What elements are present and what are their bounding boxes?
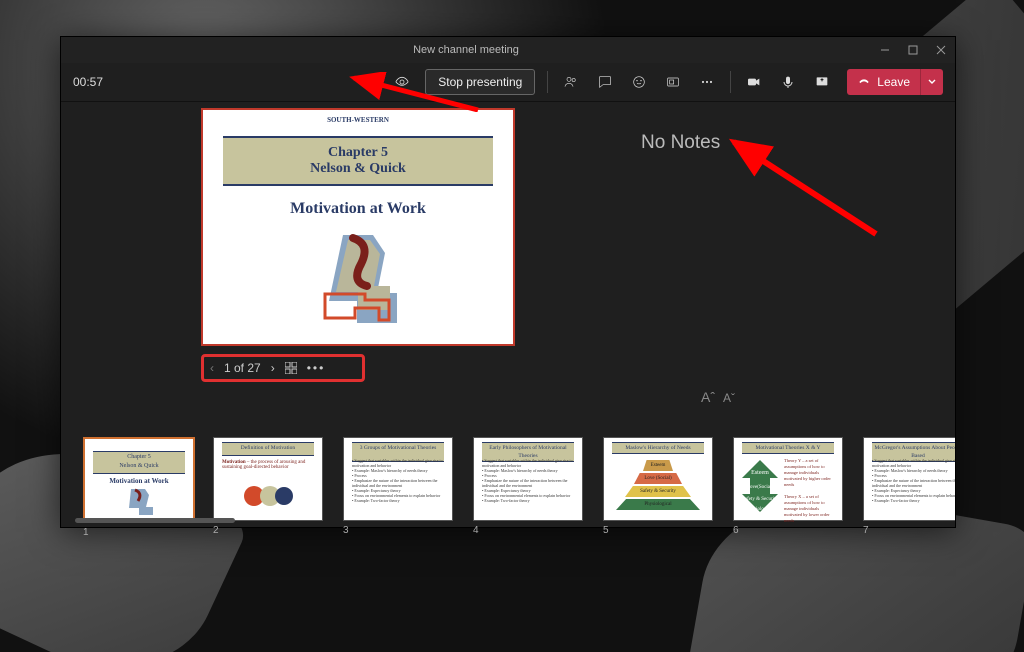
svg-text:Physiological: Physiological xyxy=(746,507,774,512)
svg-text:Love(Social): Love(Social) xyxy=(747,485,773,490)
thumbnail[interactable]: Definition of MotivationMotivation – the… xyxy=(213,437,321,547)
notes-pane: No Notes xyxy=(611,102,955,436)
thumbnail-strip[interactable]: Chapter 5Nelson & QuickMotivation at Wor… xyxy=(83,437,955,547)
thumbnail[interactable]: Maslow's Hierarchy of NeedsEsteemLove (S… xyxy=(603,437,711,547)
current-slide[interactable]: SOUTH-WESTERN Chapter 5 Nelson & Quick M… xyxy=(201,108,515,346)
leave-chevron-icon[interactable] xyxy=(920,69,943,95)
window-title: New channel meeting xyxy=(61,44,871,56)
slide-counter: 1 of 27 xyxy=(224,361,261,375)
slide-artwork xyxy=(313,230,433,330)
slide-nav-bar: ‹ 1 of 27 › ••• xyxy=(201,354,365,382)
leave-button[interactable]: Leave xyxy=(847,69,943,95)
meeting-timer: 00:57 xyxy=(73,75,133,89)
thumbnail[interactable]: Motivational Theories X & Y EsteemLove(S… xyxy=(733,437,841,547)
chat-icon[interactable] xyxy=(590,67,620,97)
rooms-icon[interactable] xyxy=(658,67,688,97)
prev-slide-button[interactable]: ‹ xyxy=(210,361,214,375)
stop-presenting-button[interactable]: Stop presenting xyxy=(425,69,535,95)
thumbnail-number: 4 xyxy=(473,525,581,536)
presenter-content: SOUTH-WESTERN Chapter 5 Nelson & Quick M… xyxy=(61,102,955,436)
window-minimize-button[interactable] xyxy=(871,37,899,63)
reactions-icon[interactable] xyxy=(624,67,654,97)
leave-label: Leave xyxy=(877,75,910,89)
thumbnail-number: 6 xyxy=(733,525,841,536)
more-actions-icon[interactable] xyxy=(692,67,722,97)
window-titlebar: New channel meeting xyxy=(61,37,955,63)
share-icon[interactable] xyxy=(807,67,837,97)
font-decrease-button[interactable]: Aˇ xyxy=(723,391,735,405)
thumbnail[interactable]: 3 Groups of Motivational Theories• Sugge… xyxy=(343,437,451,547)
svg-text:Esteem: Esteem xyxy=(751,470,769,476)
font-increase-button[interactable]: Aˆ xyxy=(701,389,715,405)
next-slide-button[interactable]: › xyxy=(271,361,275,375)
thumbnail-number: 3 xyxy=(343,525,451,536)
mic-icon[interactable] xyxy=(773,67,803,97)
thumbnail[interactable]: McGregor's Assumptions About People Base… xyxy=(863,437,955,547)
teams-meeting-window: New channel meeting 00:57 Stop presentin… xyxy=(60,36,956,528)
thumbnail[interactable]: Early Philosophers of Motivational Theor… xyxy=(473,437,581,547)
notes-font-controls: Aˆ Aˇ xyxy=(701,389,735,405)
window-maximize-button[interactable] xyxy=(899,37,927,63)
meeting-toolbar: 00:57 Stop presenting Leave xyxy=(61,63,955,102)
thumbnail-scrollbar[interactable] xyxy=(75,518,235,523)
notes-placeholder: No Notes xyxy=(641,132,720,153)
desktop-background: New channel meeting 00:57 Stop presentin… xyxy=(0,0,1024,652)
grid-view-icon[interactable] xyxy=(285,362,297,374)
thumbnail-number: 5 xyxy=(603,525,711,536)
thumbnail-number: 7 xyxy=(863,525,955,536)
thumbnail[interactable]: Chapter 5Nelson & QuickMotivation at Wor… xyxy=(83,437,191,547)
window-close-button[interactable] xyxy=(927,37,955,63)
slide-authors: Nelson & Quick xyxy=(310,161,406,177)
svg-text:Safety & Security: Safety & Security xyxy=(742,497,778,502)
slide-chapter: Chapter 5 xyxy=(328,145,388,161)
slide-nav-more-icon[interactable]: ••• xyxy=(307,361,326,375)
private-view-icon[interactable] xyxy=(387,67,417,97)
slide-header-band: Chapter 5 Nelson & Quick xyxy=(223,136,493,186)
camera-icon[interactable] xyxy=(739,67,769,97)
participants-icon[interactable] xyxy=(556,67,586,97)
slide-title: Motivation at Work xyxy=(203,200,513,218)
thumbnail-number: 2 xyxy=(213,525,321,536)
thumbnail-number: 1 xyxy=(83,527,191,538)
